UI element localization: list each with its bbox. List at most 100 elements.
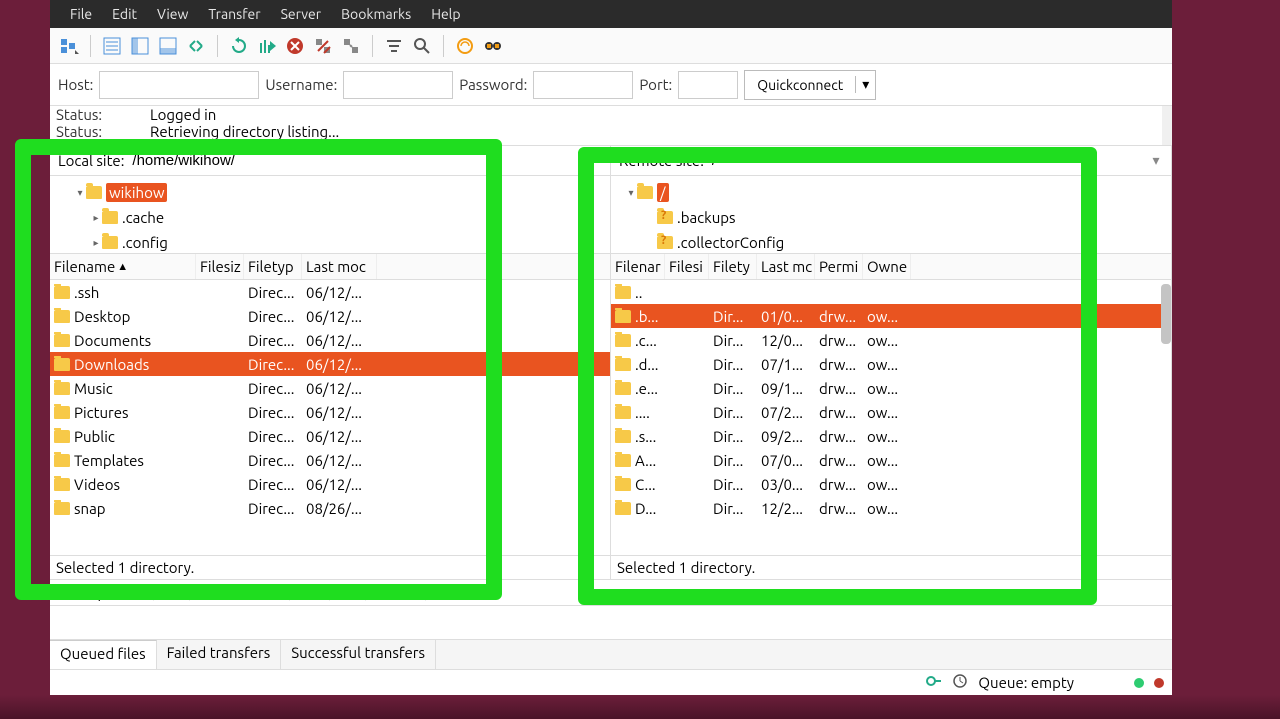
tree-node[interactable]: .backups	[611, 205, 1171, 230]
list-item[interactable]: DesktopDirec...06/12/...	[50, 304, 610, 328]
toolbar	[50, 28, 1172, 64]
tab-failed-transfers[interactable]: Failed transfers	[157, 640, 282, 669]
message-log[interactable]: Status:Logged in Status:Retrieving direc…	[50, 106, 1172, 146]
list-item[interactable]: DocumentsDirec...06/12/...	[50, 328, 610, 352]
menu-view[interactable]: View	[147, 2, 198, 26]
local-filelist[interactable]: Filename▲FilesizFiletypLast moc .sshDire…	[50, 254, 610, 555]
refresh-icon[interactable]	[228, 35, 250, 57]
list-item[interactable]: MusicDirec...06/12/...	[50, 376, 610, 400]
queue-status: Queue: empty	[978, 674, 1074, 691]
auto-icon[interactable]	[454, 35, 476, 57]
column-header[interactable]: Filetyp	[244, 254, 302, 279]
toggle-log-icon[interactable]	[101, 35, 123, 57]
toggle-tree-icon[interactable]	[129, 35, 151, 57]
tab-queued-files[interactable]: Queued files	[50, 640, 157, 669]
quickconnect-button[interactable]: Quickconnect ▾	[744, 70, 876, 100]
column-header[interactable]: Filesi	[665, 254, 709, 279]
list-item[interactable]: .c...Dir...12/0...drw...ow...	[611, 328, 1171, 352]
local-pane: Local site: ▾wikihow▸.cache▸.config File…	[50, 146, 611, 579]
toggle-queue-icon[interactable]	[157, 35, 179, 57]
menu-bookmarks[interactable]: Bookmarks	[331, 2, 421, 26]
column-header[interactable]: Size	[290, 584, 330, 601]
column-header[interactable]: Filesiz	[196, 254, 244, 279]
list-item[interactable]: A...Dir...07/0...drw...ow...	[611, 448, 1171, 472]
list-item[interactable]: .e...Dir...09/1...drw...ow...	[611, 376, 1171, 400]
local-site-label: Local site:	[54, 152, 128, 169]
local-status: Selected 1 directory.	[50, 555, 610, 579]
chevron-down-icon[interactable]: ▾	[855, 76, 875, 93]
column-header[interactable]: Filenar	[611, 254, 665, 279]
column-header[interactable]: Prio	[330, 584, 366, 601]
password-label: Password:	[459, 76, 527, 93]
list-item[interactable]: .sshDirec...06/12/...	[50, 280, 610, 304]
list-item[interactable]: .d...Dir...07/1...drw...ow...	[611, 352, 1171, 376]
find-icon[interactable]	[482, 35, 504, 57]
remote-tree[interactable]: ▾/.backups.collectorConfig	[611, 176, 1171, 254]
list-item[interactable]: D...Dir...12/2...drw...ow...	[611, 496, 1171, 520]
menu-file[interactable]: File	[60, 2, 102, 26]
status-led-red	[1154, 678, 1164, 688]
username-input[interactable]	[343, 71, 453, 99]
menu-edit[interactable]: Edit	[102, 2, 147, 26]
host-input[interactable]	[99, 71, 259, 99]
tree-node[interactable]: .collectorConfig	[611, 230, 1171, 254]
list-item[interactable]: snapDirec...08/26/...	[50, 496, 610, 520]
column-header[interactable]: Remote file	[190, 584, 290, 601]
port-input[interactable]	[678, 71, 738, 99]
list-item[interactable]: TemplatesDirec...06/12/...	[50, 448, 610, 472]
key-icon[interactable]	[926, 673, 942, 692]
remote-site-input[interactable]	[708, 148, 1145, 174]
list-item[interactable]: ....Dir...07/2...drw...ow...	[611, 400, 1171, 424]
remote-site-label: Remote site:	[615, 152, 708, 169]
list-item[interactable]: .b...Dir...01/0...drw...ow...	[611, 304, 1171, 328]
process-queue-icon[interactable]	[256, 35, 278, 57]
column-header[interactable]: Filety	[709, 254, 757, 279]
username-label: Username:	[265, 76, 337, 93]
column-header[interactable]: Last mc	[757, 254, 815, 279]
transfer-queue: Server/LocalDireRemote fileSizePrioStatu…	[50, 579, 1172, 639]
column-header[interactable]: Dire	[154, 584, 190, 601]
sync-browse-icon[interactable]	[185, 35, 207, 57]
list-item[interactable]: DownloadsDirec...06/12/...	[50, 352, 610, 376]
compare-icon[interactable]	[411, 35, 433, 57]
column-header[interactable]: Server/Local	[50, 584, 154, 601]
reconnect-icon[interactable]	[340, 35, 362, 57]
remote-status: Selected 1 directory.	[611, 555, 1171, 579]
filter-icon[interactable]	[383, 35, 405, 57]
tree-node[interactable]: ▾wikihow	[50, 180, 610, 205]
local-site-input[interactable]	[128, 148, 606, 174]
list-item[interactable]: C...Dir...03/0...drw...ow...	[611, 472, 1171, 496]
cancel-icon[interactable]	[284, 35, 306, 57]
list-item[interactable]: .s...Dir...09/2...drw...ow...	[611, 424, 1171, 448]
tree-node[interactable]: ▾/	[611, 180, 1171, 205]
site-manager-icon[interactable]	[58, 35, 80, 57]
tree-node[interactable]: ▸.config	[50, 230, 610, 254]
column-header[interactable]: Status	[366, 584, 426, 601]
menu-help[interactable]: Help	[421, 2, 470, 26]
list-item[interactable]: ..	[611, 280, 1171, 304]
tab-successful-transfers[interactable]: Successful transfers	[281, 640, 436, 669]
tree-node[interactable]: ▸.cache	[50, 205, 610, 230]
transfer-tabs: Queued files Failed transfers Successful…	[50, 639, 1172, 669]
remote-filelist[interactable]: FilenarFilesiFiletyLast mcPermiOwne ...b…	[611, 254, 1171, 555]
scrollbar[interactable]	[1162, 106, 1172, 145]
scrollbar[interactable]	[1161, 284, 1171, 344]
clock-icon[interactable]	[952, 673, 968, 692]
password-input[interactable]	[533, 71, 633, 99]
list-item[interactable]: VideosDirec...06/12/...	[50, 472, 610, 496]
filezilla-window: File Edit View Transfer Server Bookmarks…	[50, 0, 1172, 695]
list-item[interactable]: PicturesDirec...06/12/...	[50, 400, 610, 424]
column-header[interactable]: Last moc	[302, 254, 377, 279]
menu-transfer[interactable]: Transfer	[198, 2, 270, 26]
list-item[interactable]: PublicDirec...06/12/...	[50, 424, 610, 448]
column-header[interactable]: Permi	[815, 254, 863, 279]
host-label: Host:	[58, 76, 93, 93]
column-header[interactable]: Owne	[863, 254, 911, 279]
local-tree[interactable]: ▾wikihow▸.cache▸.config	[50, 176, 610, 254]
port-label: Port:	[639, 76, 672, 93]
column-header[interactable]: Filename▲	[50, 254, 196, 279]
chevron-down-icon[interactable]: ▾	[1145, 152, 1167, 169]
remote-pane: Remote site: ▾ ▾/.backups.collectorConfi…	[611, 146, 1172, 579]
menu-server[interactable]: Server	[271, 2, 332, 26]
disconnect-icon[interactable]	[312, 35, 334, 57]
